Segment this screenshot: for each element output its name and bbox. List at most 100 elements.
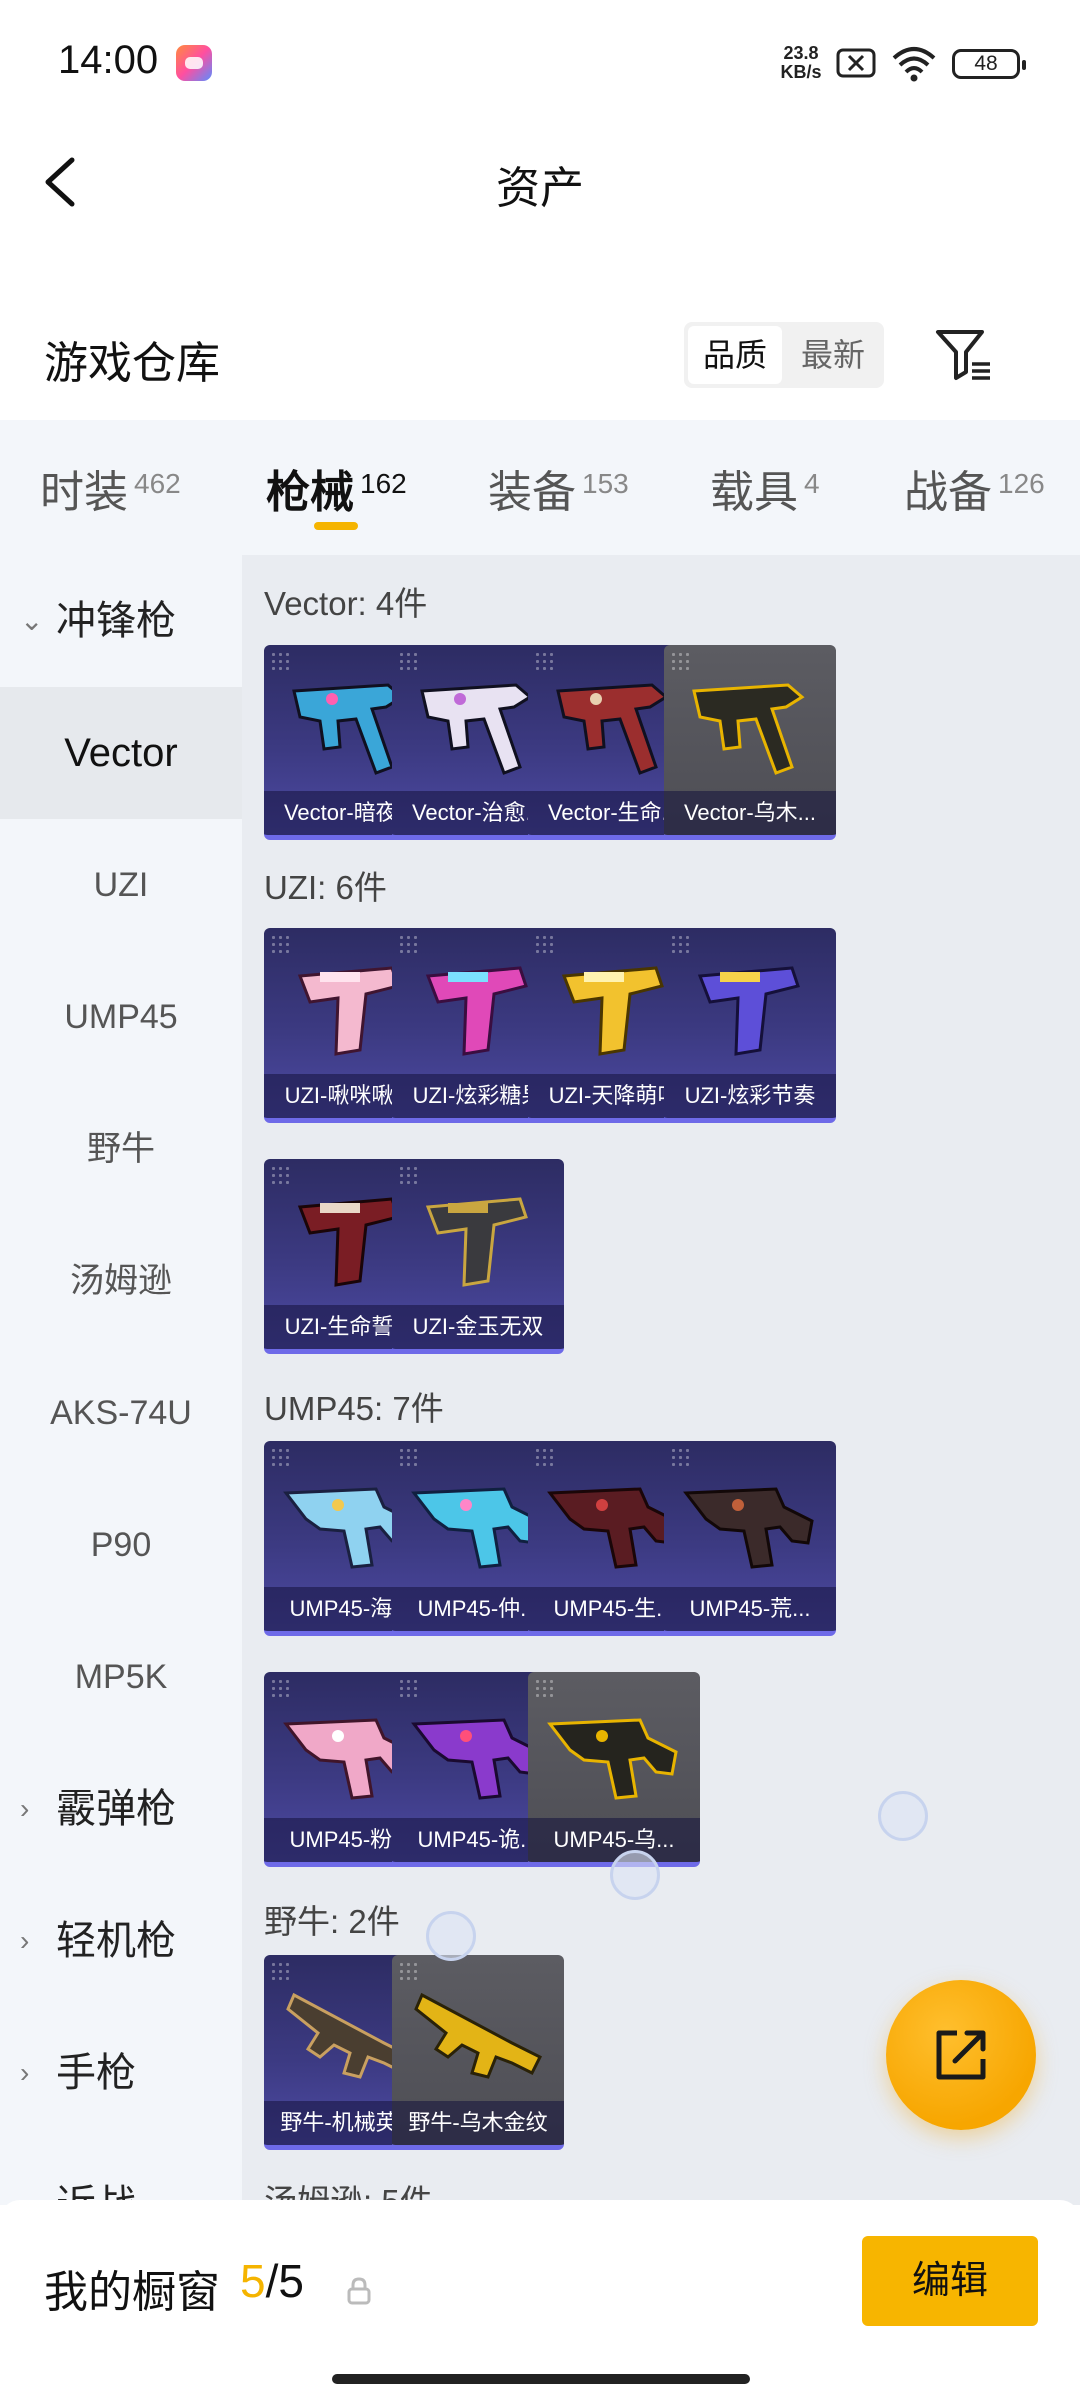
tab-label: 枪械 bbox=[266, 468, 354, 517]
chevron-right-icon: › bbox=[20, 2189, 30, 2205]
weapon-name: UZI-金玉无双 bbox=[392, 1305, 564, 1349]
showcase-label: 我的橱窗 bbox=[44, 2268, 220, 2317]
category-label: 轻机枪 bbox=[56, 1919, 176, 1963]
sidebar-item-uzi[interactable]: UZI bbox=[0, 819, 242, 951]
gun-uzi-icon bbox=[425, 1197, 528, 1287]
chevron-right-icon: › bbox=[20, 2057, 30, 2088]
tab-count: 153 bbox=[582, 468, 629, 499]
tab-label: 装备 bbox=[488, 468, 576, 517]
home-indicator bbox=[332, 2374, 750, 2384]
tab-equipment[interactable]: 装备 153 bbox=[488, 456, 629, 520]
category-tabs: 时装 462 枪械 162 装备 153 载具 4 战备 126 bbox=[0, 420, 1080, 555]
gun-ump45-icon bbox=[411, 1487, 542, 1569]
sidebar-category-smg[interactable]: ⌄ 冲锋枪 bbox=[0, 555, 242, 687]
bottom-bar: 我的橱窗 5/5 编辑 bbox=[0, 2200, 1080, 2400]
battery-icon: 48 bbox=[952, 49, 1026, 79]
tab-weapons[interactable]: 枪械 162 bbox=[266, 456, 407, 520]
network-speed-unit: KB/s bbox=[780, 62, 822, 82]
status-bar: 14:00 23.8 KB/s 48 bbox=[0, 0, 1080, 130]
group-title-uzi: UZI: 6件 bbox=[264, 869, 387, 906]
weapon-sidebar: ⌄ 冲锋枪 Vector UZI UMP45 野牛 汤姆逊 AKS-74U P9… bbox=[0, 555, 242, 2205]
tab-outfits[interactable]: 时装 462 bbox=[40, 456, 181, 520]
sidebar-item-mp5k[interactable]: MP5K bbox=[0, 1611, 242, 1743]
category-label: 冲锋枪 bbox=[56, 599, 176, 643]
tab-count: 126 bbox=[998, 468, 1045, 499]
sidebar-item-ump45[interactable]: UMP45 bbox=[0, 951, 242, 1083]
page-title: 资产 bbox=[496, 164, 584, 213]
filter-icon[interactable] bbox=[934, 324, 994, 384]
sort-newest-button[interactable]: 最新 bbox=[786, 326, 880, 384]
touch-indicator bbox=[426, 1911, 476, 1961]
showcase-count-current: 5 bbox=[240, 2255, 266, 2307]
tab-vehicles[interactable]: 载具 4 bbox=[710, 456, 820, 520]
gun-ump45-icon bbox=[547, 1718, 678, 1800]
weapon-name: Vector-乌木... bbox=[664, 791, 836, 835]
network-speed: 23.8 KB/s bbox=[776, 44, 826, 82]
gun-vector-icon bbox=[420, 683, 533, 775]
tab-label: 时装 bbox=[40, 468, 128, 517]
weapon-name: UZI-炫彩节奏 bbox=[664, 1074, 836, 1118]
group-title-vector: Vector: 4件 bbox=[264, 585, 428, 622]
sidebar-category-lmg[interactable]: › 轻机枪 bbox=[0, 1875, 242, 2007]
gun-ump45-icon bbox=[411, 1718, 542, 1800]
active-tab-indicator bbox=[314, 522, 358, 530]
weapon-card[interactable]: 野牛-乌木金纹 bbox=[392, 1955, 564, 2150]
sidebar-item-aks74u[interactable]: AKS-74U bbox=[0, 1347, 242, 1479]
edit-button[interactable]: 编辑 bbox=[862, 2236, 1038, 2326]
sidebar-category-melee[interactable]: › 近战 bbox=[0, 2139, 242, 2205]
group-title-bizon: 野牛: 2件 bbox=[264, 1903, 400, 1940]
touch-indicator bbox=[878, 1791, 928, 1841]
chevron-right-icon: › bbox=[20, 1925, 30, 1956]
weapon-grid: Vector: 4件 Vector-暗夜... Vector-治愈... Vec… bbox=[242, 555, 1080, 2205]
lock-icon bbox=[347, 2277, 371, 2305]
gun-ump45-icon bbox=[683, 1487, 814, 1569]
weapon-card[interactable]: UZI-炫彩节奏 bbox=[664, 928, 836, 1123]
weapon-name: UMP45-乌... bbox=[528, 1818, 700, 1862]
gun-vector-icon bbox=[556, 683, 669, 775]
share-button[interactable] bbox=[886, 1980, 1036, 2130]
tab-count: 462 bbox=[134, 468, 181, 499]
tab-supplies[interactable]: 战备 126 bbox=[904, 456, 1045, 520]
sidebar-category-pistol[interactable]: › 手枪 bbox=[0, 2007, 242, 2139]
gun-bizon-icon bbox=[414, 1992, 543, 2079]
sidebar-category-shotgun[interactable]: › 霰弹枪 bbox=[0, 1743, 242, 1875]
tab-label: 战备 bbox=[904, 468, 992, 517]
showcase-count-total: /5 bbox=[265, 2255, 304, 2307]
category-label: 霰弹枪 bbox=[56, 1787, 176, 1831]
wifi-icon bbox=[892, 47, 936, 82]
showcase-count: 5/5 bbox=[240, 2254, 304, 2308]
gun-uzi-icon bbox=[425, 966, 528, 1056]
sidebar-item-p90[interactable]: P90 bbox=[0, 1479, 242, 1611]
weapon-card[interactable]: UMP45-乌... bbox=[528, 1672, 700, 1867]
weapon-name: 野牛-乌木金纹 bbox=[392, 2101, 564, 2145]
gun-uzi-icon bbox=[561, 966, 664, 1056]
tab-count: 4 bbox=[804, 468, 820, 499]
weapon-card[interactable]: UZI-金玉无双 bbox=[392, 1159, 564, 1354]
app-icon bbox=[176, 45, 212, 81]
tab-label: 载具 bbox=[710, 468, 798, 517]
sidebar-item-vector[interactable]: Vector bbox=[0, 687, 242, 819]
gun-ump45-icon bbox=[547, 1487, 678, 1569]
group-title-ump45: UMP45: 7件 bbox=[264, 1390, 444, 1427]
tab-count: 162 bbox=[360, 468, 407, 499]
chevron-right-icon: › bbox=[20, 1793, 30, 1824]
sort-toggle: 品质 最新 bbox=[684, 322, 884, 388]
share-external-icon bbox=[936, 2030, 986, 2080]
weapon-card[interactable]: UMP45-荒... bbox=[664, 1441, 836, 1636]
gun-uzi-icon bbox=[697, 966, 800, 1056]
weapon-name: UMP45-荒... bbox=[664, 1587, 836, 1631]
weapon-card[interactable]: Vector-乌木... bbox=[664, 645, 836, 840]
battery-level: 48 bbox=[974, 52, 998, 75]
gun-vector-icon bbox=[692, 683, 805, 775]
header: 资产 bbox=[0, 130, 1080, 230]
no-sim-icon bbox=[836, 48, 876, 78]
network-speed-value: 23.8 bbox=[783, 43, 819, 63]
category-label: 近战 bbox=[56, 2183, 136, 2205]
sidebar-item-bizon[interactable]: 野牛 bbox=[0, 1083, 242, 1215]
category-label: 手枪 bbox=[56, 2051, 136, 2095]
status-time: 14:00 bbox=[58, 38, 159, 82]
sidebar-item-thompson[interactable]: 汤姆逊 bbox=[0, 1215, 242, 1347]
section-title: 游戏仓库 bbox=[44, 339, 220, 388]
touch-indicator bbox=[610, 1850, 660, 1900]
sort-quality-button[interactable]: 品质 bbox=[688, 326, 782, 384]
